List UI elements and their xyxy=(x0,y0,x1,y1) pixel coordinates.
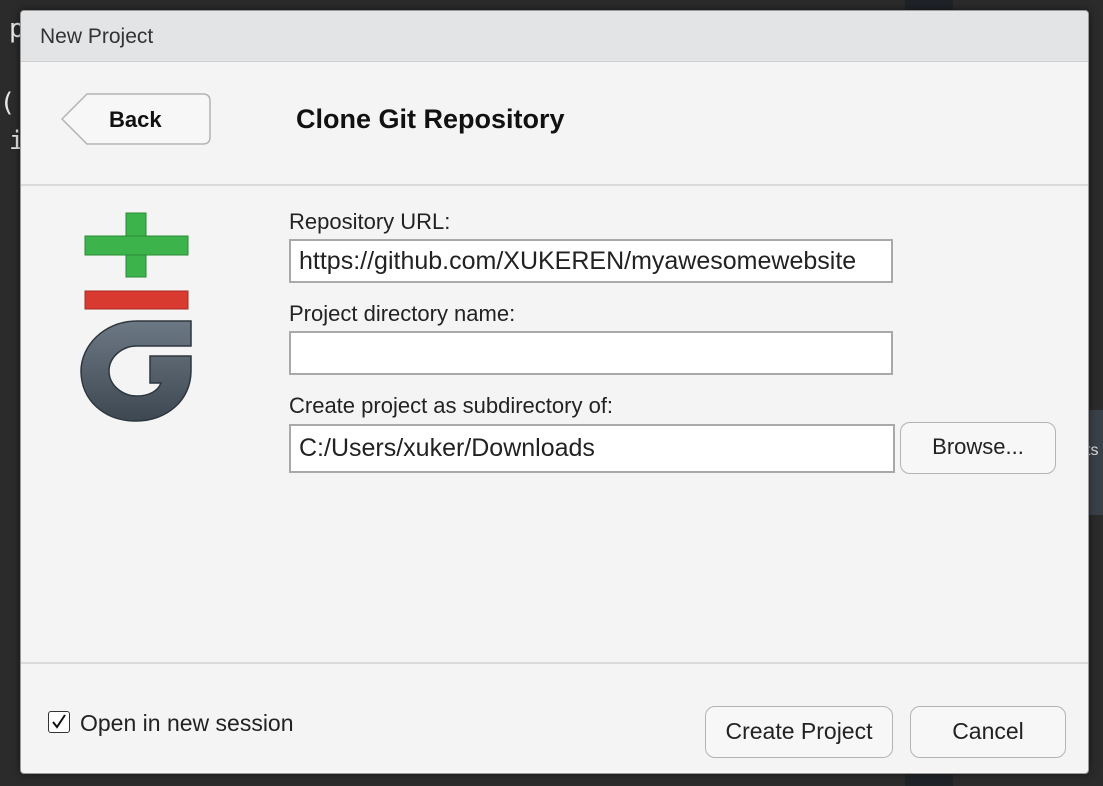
repository-url-label: Repository URL: xyxy=(289,209,451,234)
dialog-title: New Project xyxy=(40,25,154,48)
cancel-button[interactable]: Cancel xyxy=(910,706,1066,758)
dialog-titlebar[interactable]: New Project xyxy=(21,11,1088,62)
create-project-button[interactable]: Create Project xyxy=(705,706,893,758)
background-panel xyxy=(905,0,953,10)
subdirectory-input[interactable]: C:/Users/xuker/Downloads xyxy=(289,424,895,473)
browse-button[interactable]: Browse... xyxy=(900,422,1056,474)
new-project-dialog: New Project Back Clone Git Repository Re… xyxy=(20,10,1089,774)
wizard-header: Back Clone Git Repository xyxy=(21,62,1088,186)
subdirectory-label: Create project as subdirectory of: xyxy=(289,393,614,418)
background-panel: ts xyxy=(1086,410,1103,515)
git-logo-icon xyxy=(80,212,192,422)
project-directory-label: Project directory name: xyxy=(289,301,516,326)
background-panel xyxy=(905,772,953,786)
footer-divider xyxy=(21,662,1088,664)
back-button[interactable]: Back xyxy=(61,93,211,145)
open-new-session-checkbox[interactable] xyxy=(48,711,70,733)
background-code-text: p( xyxy=(0,88,16,118)
open-new-session-label[interactable]: Open in new session xyxy=(80,710,294,737)
repository-url-input[interactable]: https://github.com/XUKEREN/myawesomewebs… xyxy=(289,239,893,283)
checkmark-icon xyxy=(52,714,66,729)
back-button-label: Back xyxy=(109,107,162,132)
project-directory-input[interactable] xyxy=(289,331,893,375)
page-title: Clone Git Repository xyxy=(296,104,565,134)
